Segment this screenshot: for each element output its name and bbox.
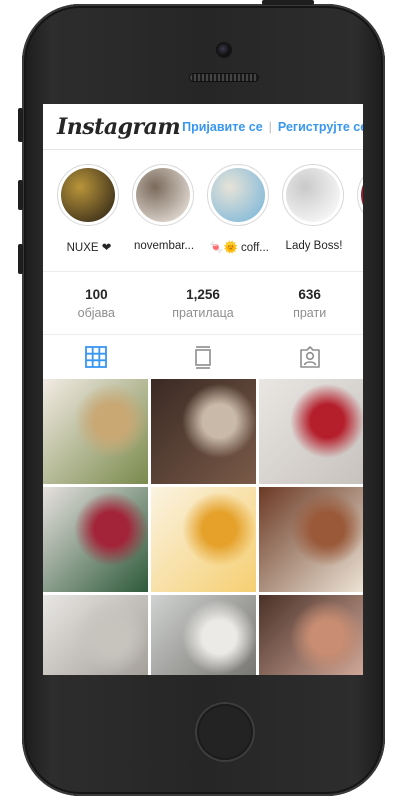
grid-icon [85,346,108,368]
post-thumbnail[interactable] [151,379,256,484]
story-label: NUXE ❤ [66,242,112,254]
posts-count: 100 објава [46,287,146,320]
story-ring [282,164,344,226]
tab-tagged[interactable] [295,342,325,372]
story-ring [357,164,363,226]
stat-label: пратилаца [172,305,234,320]
top-bar: Instagram Пријавите се | Региструјте се [43,104,363,150]
post-grid [43,379,363,675]
front-camera [218,44,230,56]
story-label: Lady Boss! [285,240,343,252]
post-thumbnail[interactable] [43,487,148,592]
story-thumbnail [61,168,115,222]
story-highlight[interactable]: NUXE ❤ [54,150,129,271]
tab-feed[interactable] [188,342,218,372]
story-thumbnail [361,168,363,222]
post-thumbnail[interactable] [151,487,256,592]
power-button [262,0,314,5]
stat-label: објава [77,305,115,320]
post-thumbnail[interactable] [43,595,148,675]
story-label: 🍬🌞 coff... [209,242,269,254]
auth-links: Пријавите се | Региструјте се [182,120,363,134]
volume-up-button [18,180,23,210]
story-highlight[interactable]: SI [354,150,363,271]
login-link[interactable]: Пријавите се [182,120,263,134]
story-thumbnail [211,168,265,222]
earpiece-speaker [190,74,258,81]
instagram-logo[interactable]: Instagram [57,114,181,140]
stat-value: 636 [298,286,321,302]
stat-value: 1,256 [186,286,220,302]
story-ring [132,164,194,226]
story-highlight[interactable]: novembar... [129,150,204,271]
tagged-icon [299,346,320,368]
stat-label: прати [293,305,327,320]
story-label: novembar... [133,240,195,252]
story-ring [207,164,269,226]
followers-count[interactable]: 1,256 пратилаца [153,287,253,320]
post-thumbnail[interactable] [43,379,148,484]
stat-value: 100 [85,286,108,302]
story-label: SI [350,240,363,252]
post-thumbnail[interactable] [259,379,363,484]
story-thumbnail [286,168,340,222]
story-highlight[interactable]: 🍬🌞 coff... [204,150,279,271]
profile-stats: 100 објава 1,256 пратилаца 636 прати [43,272,363,335]
profile-tabs [43,335,363,379]
feed-icon [195,346,211,369]
post-thumbnail[interactable] [259,487,363,592]
register-link[interactable]: Региструјте се [278,120,363,134]
auth-separator: | [268,119,272,134]
story-highlight[interactable]: Lady Boss! [279,150,354,271]
post-thumbnail[interactable] [151,595,256,675]
app-screen: Instagram Пријавите се | Региструјте се NU… [43,104,363,675]
mute-switch [18,108,23,142]
post-thumbnail[interactable] [259,595,363,675]
volume-down-button [18,244,23,274]
home-button[interactable] [195,702,255,762]
story-ring [57,164,119,226]
tab-grid[interactable] [81,342,111,372]
story-highlights: NUXE ❤ novembar... 🍬🌞 coff... Lady Boss!… [43,150,363,272]
following-count[interactable]: 636 прати [260,287,360,320]
story-thumbnail [136,168,190,222]
